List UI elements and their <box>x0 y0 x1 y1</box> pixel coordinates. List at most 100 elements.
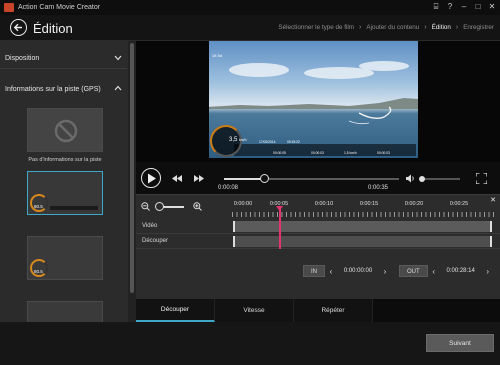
chevron-right-icon[interactable]: › <box>379 267 391 276</box>
ruler-label: 0:00:20 <box>404 201 424 207</box>
section-label: Informations sur la piste (GPS) <box>5 85 101 93</box>
zoom-handle[interactable] <box>155 202 164 211</box>
out-button[interactable]: OUT <box>399 265 428 277</box>
section-gps[interactable]: Informations sur la piste (GPS) <box>0 79 127 99</box>
chevron-down-icon <box>114 55 122 61</box>
speedometer-icon <box>30 259 48 277</box>
overlay-elapsed: 00:00:05 <box>273 151 286 155</box>
chevron-up-icon <box>114 85 122 91</box>
video-clip[interactable] <box>233 221 492 232</box>
seek-progress <box>224 178 265 180</box>
speed-unit: km/h <box>239 138 247 142</box>
gps-style-plain[interactable] <box>27 301 103 322</box>
chevron-left-icon[interactable]: ‹ <box>325 267 337 276</box>
left-panel: Disposition Informations sur la piste (G… <box>0 41 136 322</box>
seek-handle[interactable] <box>259 174 269 183</box>
close-icon[interactable]: ✕ <box>490 196 496 204</box>
gauge-value: 80.5 <box>34 269 43 274</box>
data-strip <box>50 206 98 210</box>
volume-slider[interactable] <box>420 178 460 180</box>
gauge-value: 80.5 <box>34 204 43 209</box>
play-button[interactable] <box>141 168 161 188</box>
speedometer-icon <box>30 194 48 212</box>
step-select-type[interactable]: Sélectionner le type de film <box>278 24 354 31</box>
video-frame[interactable]: 18 5d 3,5 km/h 17/02/2014 09:19:22 00:00… <box>209 41 418 158</box>
video-preview-area: 18 5d 3,5 km/h 17/02/2014 09:19:22 00:00… <box>136 41 500 162</box>
step-add-content[interactable]: Ajouter du contenu <box>366 24 419 31</box>
page-header: Édition Sélectionner le type de film › A… <box>0 15 500 41</box>
sidebar-scroll-thumb[interactable] <box>130 43 134 293</box>
track-video: Vidéo <box>136 220 500 234</box>
gps-style-gauge[interactable]: 80.5 <box>27 236 103 280</box>
in-time: 0:00:00:00 <box>343 268 373 274</box>
overlay-pace: 1,5 km/h <box>344 151 357 155</box>
overlay-distance-time: 00:00:03 <box>311 151 324 155</box>
step-edit[interactable]: Édition <box>432 24 451 31</box>
track-cut: Découper <box>136 235 500 249</box>
minimize-icon[interactable]: – <box>459 2 469 12</box>
ruler-label: 0:00:00 <box>233 201 253 207</box>
ruler-label: 0:00:25 <box>449 201 469 207</box>
window-controls: ⌸ ? – □ ✕ <box>431 2 497 12</box>
help-icon[interactable]: ? <box>445 2 455 12</box>
zoom-in-icon[interactable] <box>193 202 202 211</box>
maximize-icon[interactable]: □ <box>473 2 483 12</box>
section-disposition[interactable]: Disposition <box>0 49 127 69</box>
speed-value: 3,5 <box>229 137 238 143</box>
overlay-date: 17/02/2014 <box>259 140 276 144</box>
ruler-label: 0:00:15 <box>359 201 379 207</box>
playhead[interactable] <box>279 209 281 249</box>
toolbox-icon[interactable]: ⌸ <box>431 2 441 12</box>
chevron-right-icon: › <box>424 24 427 31</box>
out-point-control: OUT ‹ 0:00:28:14 › <box>399 265 494 277</box>
tab-repeat[interactable]: Répéter <box>294 299 373 322</box>
gps-style-gauge-selected[interactable]: 80.5 <box>27 171 103 215</box>
zoom-out-icon[interactable] <box>141 202 150 211</box>
edit-tabs: Découper Vitesse Répéter <box>136 299 500 322</box>
app-window: Action Cam Movie Creator ⌸ ? – □ ✕ Éditi… <box>0 0 500 365</box>
video-tag: 18 5d <box>212 53 223 58</box>
tab-speed[interactable]: Vitesse <box>215 299 294 322</box>
app-title: Action Cam Movie Creator <box>18 4 101 11</box>
fullscreen-icon[interactable] <box>476 173 487 184</box>
frame-forward-icon[interactable] <box>194 175 204 182</box>
step-save[interactable]: Enregistrer <box>463 24 494 31</box>
out-time: 0:00:28:14 <box>446 268 475 274</box>
chevron-left-icon[interactable]: ‹ <box>428 267 440 276</box>
gps-overlay: 3,5 km/h 17/02/2014 09:19:22 00:00:05 00… <box>209 125 418 158</box>
page-title: Édition <box>33 21 73 36</box>
close-icon[interactable]: ✕ <box>487 2 497 12</box>
chevron-right-icon[interactable]: › <box>482 267 494 276</box>
section-label: Disposition <box>5 55 40 62</box>
breadcrumb: Sélectionner le type de film › Ajouter d… <box>278 24 494 31</box>
current-time: 0:00:08 <box>218 185 239 191</box>
player-controls: 0:00:08 0:00:35 <box>136 162 500 194</box>
timeline-ruler[interactable] <box>232 212 494 217</box>
speed-readout: 3,5 km/h <box>229 137 247 143</box>
back-button[interactable] <box>10 19 27 36</box>
timeline-panel: ✕ 0:00:00 0:00:05 0:00:10 0:00:15 0:00:2… <box>136 194 500 299</box>
play-icon <box>148 173 156 184</box>
chevron-right-icon: › <box>359 24 362 31</box>
tab-cut[interactable]: Découper <box>136 299 215 322</box>
track-label: Vidéo <box>142 223 158 229</box>
no-entry-icon <box>54 119 78 143</box>
no-gps-label: Pas d'informations sur la piste <box>28 157 102 163</box>
track-label: Découper <box>142 238 169 244</box>
volume-icon[interactable] <box>406 174 415 183</box>
title-bar: Action Cam Movie Creator ⌸ ? – □ ✕ <box>0 0 500 15</box>
arrow-left-icon <box>13 23 22 32</box>
footer-bar: Suivant <box>0 322 500 365</box>
cut-range[interactable] <box>233 236 492 247</box>
overlay-clock: 09:19:22 <box>287 140 300 144</box>
frame-back-icon[interactable] <box>172 175 182 182</box>
app-logo-icon <box>4 3 14 12</box>
chevron-right-icon: › <box>455 24 459 31</box>
volume-handle[interactable] <box>419 176 425 182</box>
seek-bar[interactable] <box>224 178 399 180</box>
overlay-altitude: 00:00:03 <box>377 151 390 155</box>
gps-style-none[interactable] <box>27 108 103 152</box>
in-button[interactable]: IN <box>303 265 325 277</box>
next-button[interactable]: Suivant <box>426 334 494 352</box>
ruler-label: 0:00:10 <box>314 201 334 207</box>
